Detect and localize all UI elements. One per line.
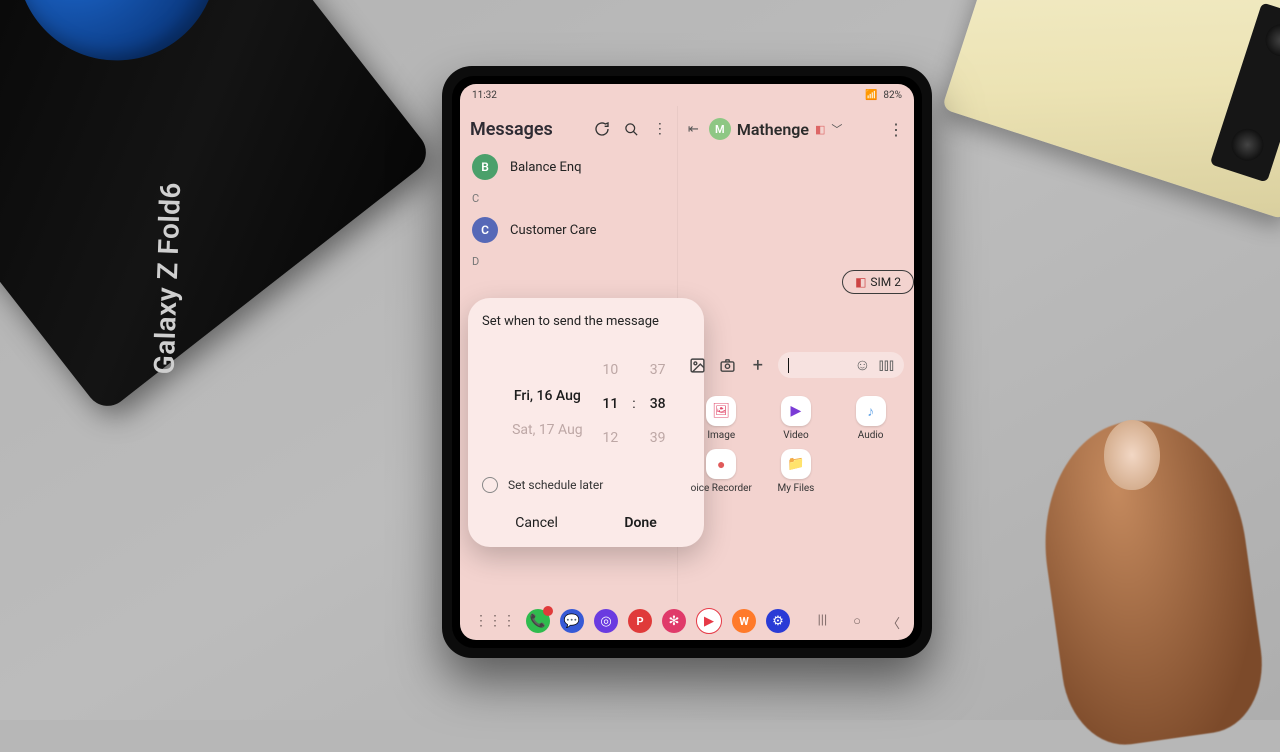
list-item[interactable]: B Balance Enq [470, 146, 667, 188]
app-icon[interactable]: P [628, 609, 652, 633]
message-input[interactable]: ☺ ⫾⫾⫾ [778, 352, 904, 378]
status-time: 11:32 [472, 90, 497, 101]
status-bar: 11:32 📶 82% [460, 84, 914, 106]
camera-icon[interactable] [718, 355, 738, 375]
done-button[interactable]: Done [616, 509, 664, 537]
search-icon[interactable] [624, 122, 639, 137]
avatar: C [472, 217, 498, 243]
date-selected[interactable]: Fri, 16 Aug [514, 388, 581, 404]
datetime-picker[interactable]: Fri, 16 Aug Sat, 17 Aug 10 11 12 : 37 [482, 349, 690, 459]
avatar: B [472, 154, 498, 180]
gallery-icon[interactable] [688, 355, 708, 375]
collapse-icon[interactable]: ⇤ [688, 122, 699, 137]
attachment-grid: 🖼Image ▶Video ♪Audio ●oice Recorder 📁My … [688, 396, 904, 494]
messages-pane: Messages ⋮ B Balance Enq C C [460, 106, 678, 602]
schedule-later-option[interactable]: Set schedule later [482, 477, 690, 493]
box-label: Galaxy Z Fold6 [148, 181, 188, 374]
attach-voice-recorder[interactable]: ●oice Recorder [688, 449, 755, 494]
attach-video[interactable]: ▶Video [763, 396, 830, 441]
plus-icon[interactable]: + [748, 355, 768, 375]
sim-chip[interactable]: ◧SIM 2 [842, 270, 914, 294]
voice-wave-icon[interactable]: ⫾⫾⫾ [879, 355, 894, 375]
wooden-block [942, 0, 1280, 220]
attach-image[interactable]: 🖼Image [688, 396, 755, 441]
youtube-app-icon[interactable]: ▶ [696, 608, 722, 634]
dialog-title: Set when to send the message [482, 314, 690, 329]
settings-app-icon[interactable]: ⚙ [766, 609, 790, 633]
section-header: D [470, 251, 667, 272]
taskbar: ⋮⋮⋮ 📞 💬 ◎ P ✻ ▶ W ⚙ ||| ○ 〈 [460, 602, 914, 640]
status-battery: 82% [883, 90, 902, 101]
conversation-header[interactable]: ⇤ M Mathenge ◧ ﹀ [688, 118, 842, 140]
nav-back[interactable]: 〈 [887, 613, 900, 632]
attach-my-files[interactable]: 📁My Files [763, 449, 830, 494]
section-header: C [470, 188, 667, 209]
screen: 11:32 📶 82% Messages ⋮ [460, 84, 914, 640]
chat-app-icon[interactable]: 💬 [560, 609, 584, 633]
hour-selected[interactable]: 11 [602, 396, 618, 412]
box-badge [0, 0, 258, 102]
compose-icon[interactable] [594, 121, 610, 137]
nav-home[interactable]: ○ [853, 613, 861, 632]
messages-title: Messages [470, 119, 553, 140]
schedule-dialog: Set when to send the message Fri, 16 Aug… [468, 298, 704, 547]
apps-grid-icon[interactable]: ⋮⋮⋮ [474, 613, 516, 629]
nav-recents[interactable]: ||| [818, 613, 828, 632]
more-icon[interactable]: ⋮ [888, 120, 904, 139]
contact-name: Balance Enq [510, 160, 581, 175]
conversation-pane: ⇤ M Mathenge ◧ ﹀ ⋮ ◧SIM 2 [678, 106, 914, 602]
cancel-button[interactable]: Cancel [507, 509, 566, 537]
chevron-down-icon[interactable]: ﹀ [831, 121, 842, 137]
product-box: Galaxy Z Fold6 [0, 0, 435, 415]
hinge [1210, 2, 1280, 182]
contact-name: Customer Care [510, 223, 597, 238]
compose-row: + ☺ ⫾⫾⫾ [688, 352, 904, 378]
app-icon[interactable]: W [732, 609, 756, 633]
tablet-frame: 11:32 📶 82% Messages ⋮ [442, 66, 932, 658]
status-signal: 📶 [865, 90, 877, 101]
app-icon[interactable]: ✻ [662, 609, 686, 633]
radio-icon [482, 477, 498, 493]
list-item[interactable]: C Customer Care [470, 209, 667, 251]
more-icon[interactable]: ⋮ [653, 121, 667, 137]
emoji-icon[interactable]: ☺ [854, 355, 870, 375]
attach-audio[interactable]: ♪Audio [837, 396, 904, 441]
desk-surface: Galaxy Z Fold6 11:32 📶 82% Messages [0, 0, 1280, 720]
minute-selected[interactable]: 38 [650, 396, 666, 412]
fingernail [1104, 420, 1160, 490]
avatar: M [709, 118, 731, 140]
browser-app-icon[interactable]: ◎ [594, 609, 618, 633]
